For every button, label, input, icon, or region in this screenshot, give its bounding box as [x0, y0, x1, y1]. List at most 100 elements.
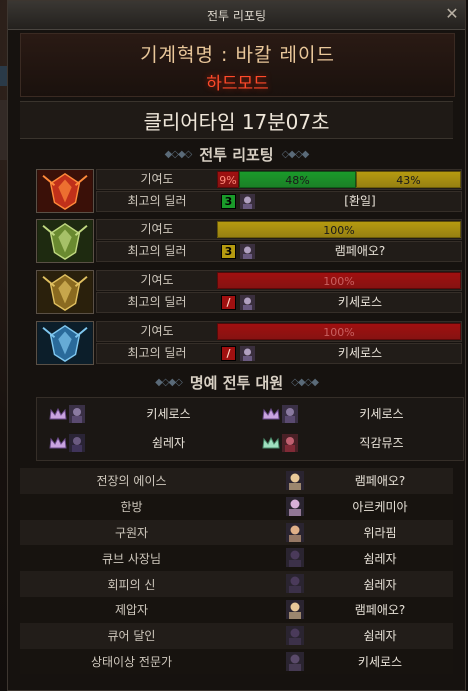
contribution-label: 기여도	[140, 222, 174, 236]
award-title: 큐브 사장님	[101, 551, 161, 566]
report-section-heading: ◆◇◆◇ 전투 리포팅 ◇◆◇◆	[20, 143, 453, 165]
honor-member[interactable]: 키세로스	[37, 400, 250, 428]
top-dealer-line: 최고의 딜러 3 램페애오?	[96, 241, 462, 262]
contribution-segment: 48%	[238, 171, 357, 188]
portrait-icon	[286, 651, 304, 671]
top-dealer[interactable]: 3 [환일]	[217, 192, 461, 211]
award-title: 상태이상 전문가	[90, 654, 173, 669]
battle-report-window: 전투 리포팅 ✕ 기계혁명 : 바칼 레이드 하드모드 클리어타임 17분07초…	[7, 0, 466, 691]
contribution-label: 기여도	[140, 273, 174, 287]
honor-member-name: 직감뮤즈	[359, 436, 404, 450]
top-dealer-label: 최고의 딜러	[127, 244, 187, 258]
ornament-right-icon: ◇◆◇◆	[291, 376, 319, 388]
honor-member-name: 키세로스	[359, 407, 404, 421]
top-dealer-label: 최고의 딜러	[127, 194, 187, 208]
award-player-name: 쉼레자	[363, 629, 397, 644]
rank-badge-icon: 3	[221, 194, 236, 209]
crown-icon	[262, 408, 280, 420]
contribution-bar: 100%	[217, 221, 461, 238]
portrait-icon	[282, 434, 298, 452]
portrait-icon	[69, 405, 85, 423]
top-dealer-label: 최고의 딜러	[127, 346, 187, 360]
red-dragon-icon	[36, 169, 94, 213]
top-dealer-label: 최고의 딜러	[127, 295, 187, 309]
honor-member-name: 키세로스	[146, 407, 191, 421]
title-awards-list: 전장의 에이스 램페애오? 한방 아르케미아 구원자 위라핌 큐브 사장님 쉼레자 회피의 신쉼…	[20, 468, 453, 675]
rank-badge-icon: 3	[221, 244, 236, 259]
contribution-line: 기여도 100%	[96, 321, 462, 342]
contribution-line: 기여도 100%	[96, 219, 462, 240]
background-window-edge	[0, 66, 7, 86]
portrait-icon	[69, 434, 85, 452]
top-dealer[interactable]: 3 램페애오?	[217, 242, 461, 261]
gold-dragon-icon	[36, 270, 94, 314]
title-award-row[interactable]: 제압자 램페애오?	[20, 596, 453, 623]
title-award-row[interactable]: 큐브 사장님 쉼레자	[20, 545, 453, 572]
contribution-segment: 43%	[356, 171, 461, 188]
clear-time: 클리어타임 17분07초	[20, 101, 453, 139]
award-player-name: 쉼레자	[363, 577, 397, 592]
rank-badge-icon: /	[221, 295, 236, 310]
contribution-segment: 9%	[217, 171, 239, 188]
award-title: 회피의 신	[107, 577, 156, 592]
ornament-left-icon: ◆◇◆◇	[155, 376, 183, 388]
portrait-icon	[240, 295, 255, 310]
contribution-bar: 9% 48% 43%	[217, 171, 461, 188]
top-dealer-name: [환일]	[344, 194, 376, 208]
award-player-name: 쉼레자	[363, 551, 397, 566]
top-dealer-name: 램페애오?	[334, 244, 386, 258]
award-player-name: 위라핌	[363, 525, 397, 540]
crown-icon	[262, 437, 280, 449]
top-dealer-line: 최고의 딜러 3 [환일]	[96, 191, 462, 212]
report-section-title: 전투 리포팅	[199, 145, 274, 164]
award-player-name: 키세로스	[357, 654, 403, 669]
green-dragon-icon	[36, 219, 94, 263]
portrait-icon	[240, 244, 255, 259]
background-window-edge-2	[0, 100, 7, 160]
window-titlebar[interactable]: 전투 리포팅 ✕	[8, 1, 465, 30]
award-title: 구원자	[114, 525, 149, 540]
ornament-right-icon: ◇◆◇◆	[281, 148, 310, 160]
title-award-row[interactable]: 상태이상 전문가 키세로스	[20, 648, 453, 675]
honor-member[interactable]: 쉼레자	[37, 429, 250, 457]
honor-section-title: 명예 전투 대원	[189, 373, 284, 392]
raid-header: 기계혁명 : 바칼 레이드 하드모드	[20, 33, 455, 97]
portrait-icon	[286, 496, 304, 516]
crown-icon	[49, 437, 67, 449]
title-award-row[interactable]: 회피의 신 쉼레자	[20, 571, 453, 597]
honor-member[interactable]: 직감뮤즈	[250, 429, 463, 457]
honor-members-panel: 키세로스 키세로스 쉼레자 직감뮤즈	[36, 397, 464, 461]
blue-dragon-icon	[36, 321, 94, 365]
contribution-row: 기여도 9% 48% 43% 최고의 딜러 3 [환일]	[36, 169, 462, 213]
portrait-icon	[282, 405, 298, 423]
window-title: 전투 리포팅	[206, 8, 266, 23]
contribution-line: 기여도 9% 48% 43%	[96, 169, 462, 190]
award-title: 전장의 에이스	[96, 474, 167, 489]
honor-member[interactable]: 키세로스	[250, 400, 463, 428]
contribution-segment: 100%	[217, 323, 461, 340]
award-player-name: 램페애오?	[354, 474, 406, 489]
top-dealer[interactable]: / 키세로스	[217, 293, 461, 312]
top-dealer-line: 최고의 딜러 / 키세로스	[96, 292, 462, 313]
top-dealer-name: 키세로스	[337, 346, 383, 360]
title-award-row[interactable]: 큐어 달인 쉼레자	[20, 622, 453, 649]
portrait-icon	[286, 522, 304, 542]
award-player-name: 램페애오?	[354, 603, 406, 618]
close-icon[interactable]: ✕	[443, 5, 461, 23]
portrait-icon	[286, 471, 304, 490]
top-dealer[interactable]: / 키세로스	[217, 344, 461, 363]
contribution-segment: 100%	[217, 221, 461, 238]
raid-name: 기계혁명 : 바칼 레이드	[140, 44, 335, 66]
contribution-bar: 100%	[217, 323, 461, 340]
portrait-icon	[286, 625, 304, 645]
portrait-icon	[240, 346, 255, 361]
title-award-row[interactable]: 전장의 에이스 램페애오?	[20, 468, 453, 494]
award-player-name: 아르케미아	[352, 500, 408, 515]
top-dealer-name: 키세로스	[337, 295, 383, 309]
raid-mode: 하드모드	[206, 74, 269, 94]
contribution-row: 기여도 100% 최고의 딜러 / 키세로스	[36, 321, 462, 365]
title-award-row[interactable]: 한방 아르케미아	[20, 493, 453, 520]
contribution-line: 기여도 100%	[96, 270, 462, 291]
title-award-row[interactable]: 구원자 위라핌	[20, 519, 453, 546]
honor-member-name: 쉼레자	[151, 436, 186, 450]
